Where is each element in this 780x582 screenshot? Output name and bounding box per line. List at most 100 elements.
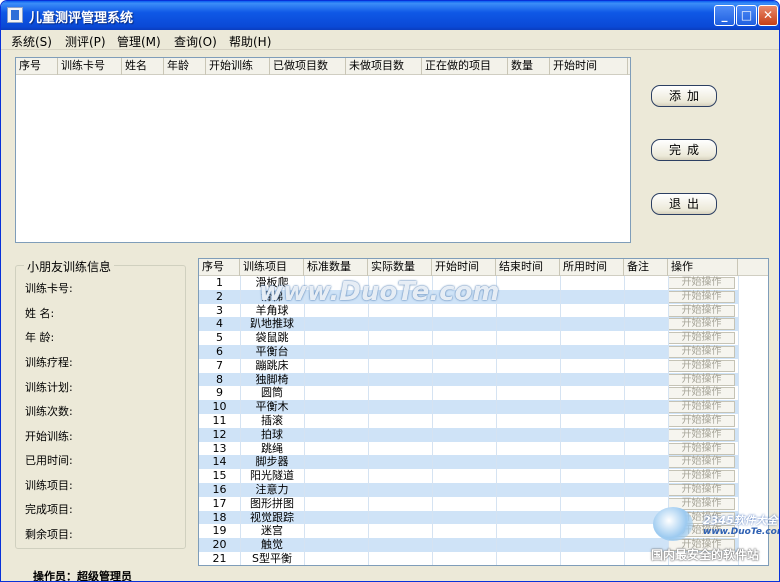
row-number: 18 bbox=[212, 510, 227, 524]
maximize-button[interactable]: □ bbox=[736, 5, 757, 26]
info-label: 完成项目: bbox=[25, 503, 73, 516]
col-header[interactable]: 序号 bbox=[16, 58, 58, 75]
start-operation-button[interactable]: 开始操作 bbox=[668, 290, 735, 303]
table-row[interactable]: 5 袋鼠跳 开始操作 bbox=[199, 331, 738, 345]
col-header[interactable]: 操作 bbox=[668, 259, 738, 276]
start-operation-button[interactable]: 开始操作 bbox=[668, 387, 735, 400]
training-item-name: 跳绳 bbox=[261, 441, 283, 455]
col-divider bbox=[304, 276, 305, 565]
start-operation-button[interactable]: 开始操作 bbox=[668, 332, 735, 345]
col-header[interactable]: 数量 bbox=[508, 58, 550, 75]
training-item-name: 蹦跳床 bbox=[255, 358, 289, 372]
training-items-header: 序号 训练项目 标准数量 实际数量 开始时间 结束时间 所用时间 备注 操作 bbox=[199, 259, 768, 276]
col-header[interactable]: 开始训练 bbox=[206, 58, 270, 75]
start-operation-button[interactable]: 开始操作 bbox=[668, 428, 735, 441]
complete-button[interactable]: 完成 bbox=[651, 139, 717, 161]
row-number: 10 bbox=[212, 400, 227, 414]
start-operation-button[interactable]: 开始操作 bbox=[668, 415, 735, 427]
table-row[interactable]: 14 脚步器 开始操作 bbox=[199, 455, 738, 470]
training-item-name: 圆筒 bbox=[261, 386, 283, 400]
col-divider bbox=[496, 276, 497, 565]
add-button[interactable]: 添加 bbox=[651, 85, 717, 107]
row-number: 9 bbox=[216, 386, 223, 400]
col-divider bbox=[368, 276, 369, 565]
training-item-name: 阳光隧道 bbox=[250, 469, 294, 483]
start-operation-button[interactable]: 开始操作 bbox=[668, 318, 735, 331]
training-item-name: 拍球 bbox=[261, 427, 283, 441]
col-header[interactable]: 年龄 bbox=[164, 58, 206, 75]
menu-help[interactable]: 帮助(H) bbox=[229, 33, 271, 50]
col-header[interactable]: 备注 bbox=[624, 259, 668, 276]
close-button[interactable]: ✕ bbox=[758, 5, 778, 26]
info-label: 训练项目: bbox=[25, 479, 73, 492]
col-header[interactable]: 序号 bbox=[199, 259, 240, 276]
watermark-center: www.DuoTe.com bbox=[259, 277, 500, 307]
operator-status: 操作员：超级管理员 bbox=[33, 570, 132, 582]
training-item-name: 插滚 bbox=[261, 414, 283, 427]
menu-manage[interactable]: 管理(M) bbox=[117, 33, 161, 50]
table-row[interactable]: 15 阳光隧道 开始操作 bbox=[199, 469, 738, 483]
watermark-brand: 2345软件大全 bbox=[703, 514, 778, 527]
col-header[interactable]: 标准数量 bbox=[304, 259, 368, 276]
table-row[interactable]: 6 平衡台 开始操作 bbox=[199, 345, 738, 359]
start-operation-button[interactable]: 开始操作 bbox=[668, 484, 735, 496]
start-operation-button[interactable]: 开始操作 bbox=[668, 401, 735, 414]
start-operation-button[interactable]: 开始操作 bbox=[668, 442, 735, 455]
col-header[interactable]: 实际数量 bbox=[368, 259, 432, 276]
info-label: 训练卡号: bbox=[25, 282, 73, 295]
start-operation-button[interactable]: 开始操作 bbox=[668, 373, 735, 386]
col-divider bbox=[560, 276, 561, 565]
col-header[interactable]: 正在做的项目 bbox=[422, 58, 508, 75]
col-header[interactable]: 结束时间 bbox=[496, 259, 560, 276]
title-bar[interactable]: 儿童测评管理系统 _ □ ✕ bbox=[1, 1, 779, 30]
col-header[interactable]: 开始时间 bbox=[550, 58, 628, 75]
col-header[interactable]: 姓名 bbox=[122, 58, 164, 75]
menu-bar: 系统(S) 测评(P) 管理(M) 查询(O) 帮助(H) bbox=[1, 30, 779, 50]
menu-assessment[interactable]: 测评(P) bbox=[65, 33, 106, 50]
active-training-table[interactable]: 序号 训练卡号 姓名 年龄 开始训练 已做项目数 未做项目数 正在做的项目 数量… bbox=[15, 57, 631, 243]
row-number: 16 bbox=[212, 483, 227, 496]
col-header[interactable]: 所用时间 bbox=[560, 259, 624, 276]
menu-system[interactable]: 系统(S) bbox=[11, 33, 52, 50]
table-row[interactable]: 13 跳绳 开始操作 bbox=[199, 442, 738, 456]
col-header[interactable]: 训练卡号 bbox=[58, 58, 122, 75]
info-label: 开始训练: bbox=[25, 430, 73, 443]
col-divider bbox=[240, 276, 241, 565]
table-row[interactable]: 16 注意力 开始操作 bbox=[199, 483, 738, 497]
training-item-name: 平衡台 bbox=[255, 345, 289, 358]
table-row[interactable]: 11 插滚 开始操作 bbox=[199, 414, 738, 428]
menu-query[interactable]: 查询(O) bbox=[174, 33, 217, 50]
row-number: 17 bbox=[212, 496, 227, 510]
child-info-groupbox: 小朋友训练信息 训练卡号: 姓 名: 年 龄: 训练疗程: 训练计划: 训练次数… bbox=[15, 258, 186, 549]
training-item-name: S型平衡 bbox=[252, 552, 292, 565]
start-operation-button[interactable]: 开始操作 bbox=[668, 456, 735, 469]
row-number: 21 bbox=[212, 552, 227, 565]
table-row[interactable]: 7 蹦跳床 开始操作 bbox=[199, 359, 738, 373]
start-operation-button[interactable]: 开始操作 bbox=[668, 304, 735, 317]
training-item-name: 脚步器 bbox=[255, 455, 289, 469]
watermark-url: www.DuoTe.com bbox=[703, 527, 780, 537]
col-header[interactable]: 训练项目 bbox=[240, 259, 304, 276]
training-item-name: 迷宫 bbox=[261, 524, 283, 538]
training-item-name: 视觉跟踪 bbox=[250, 510, 294, 524]
row-number: 19 bbox=[212, 524, 227, 538]
row-number: 14 bbox=[212, 455, 227, 469]
table-row[interactable]: 9 圆筒 开始操作 bbox=[199, 386, 738, 400]
table-row[interactable]: 12 拍球 开始操作 bbox=[199, 427, 738, 442]
start-operation-button[interactable]: 开始操作 bbox=[668, 346, 735, 358]
col-header[interactable]: 开始时间 bbox=[432, 259, 496, 276]
exit-button[interactable]: 退出 bbox=[651, 193, 717, 215]
table-row[interactable]: 10 平衡木 开始操作 bbox=[199, 400, 738, 414]
minimize-button[interactable]: _ bbox=[714, 5, 735, 26]
col-header[interactable]: 未做项目数 bbox=[346, 58, 422, 75]
training-item-name: 图形拼图 bbox=[250, 496, 294, 510]
start-operation-button[interactable]: 开始操作 bbox=[668, 470, 735, 483]
training-item-name: 独脚椅 bbox=[255, 372, 289, 386]
row-number: 6 bbox=[216, 345, 223, 358]
table-row[interactable]: 17 图形拼图 开始操作 bbox=[199, 497, 738, 511]
col-header[interactable]: 已做项目数 bbox=[270, 58, 346, 75]
start-operation-button[interactable]: 开始操作 bbox=[668, 277, 735, 289]
table-row[interactable]: 4 趴地推球 开始操作 bbox=[199, 317, 738, 332]
start-operation-button[interactable]: 开始操作 bbox=[668, 359, 735, 372]
table-row[interactable]: 8 独脚椅 开始操作 bbox=[199, 372, 738, 387]
